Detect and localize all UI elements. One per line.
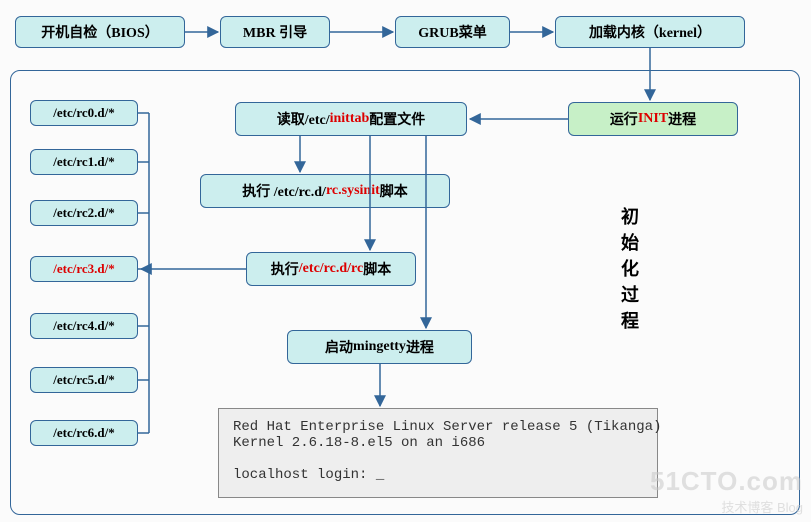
box-rc: 执行 /etc/rc.d/rc 脚本 bbox=[246, 252, 416, 286]
rc0-label: /etc/rc0.d/* bbox=[53, 105, 115, 121]
rc-pre: 执行 bbox=[271, 259, 299, 279]
box-kernel: 加载内核（kernel） bbox=[555, 16, 745, 48]
box-grub-label: GRUB菜单 bbox=[418, 22, 486, 42]
box-rc3: /etc/rc3.d/* bbox=[30, 256, 138, 282]
run-init-pre: 运行 bbox=[610, 109, 638, 129]
rc3-label: /etc/rc3.d/* bbox=[53, 261, 115, 277]
run-init-post: 进程 bbox=[668, 109, 696, 129]
rc-red: /etc/rc.d/rc bbox=[299, 261, 363, 277]
box-run-init: 运行 INIT 进程 bbox=[568, 102, 738, 136]
rc2-label: /etc/rc2.d/* bbox=[53, 205, 115, 221]
rc1-label: /etc/rc1.d/* bbox=[53, 154, 115, 170]
watermark-small: 技术博客 Blog bbox=[650, 497, 803, 516]
box-mingetty: 启动 mingetty 进程 bbox=[287, 330, 472, 364]
rc5-label: /etc/rc5.d/* bbox=[53, 372, 115, 388]
box-bios: 开机自检（BIOS） bbox=[15, 16, 185, 48]
box-sysinit: 执行 /etc/rc.d/ rc.sysinit 脚本 bbox=[200, 174, 450, 208]
box-grub: GRUB菜单 bbox=[395, 16, 510, 48]
sysinit-pre: 执行 /etc/rc.d/ bbox=[242, 181, 326, 201]
terminal-output: Red Hat Enterprise Linux Server release … bbox=[218, 408, 658, 498]
sysinit-post: 脚本 bbox=[380, 181, 408, 201]
box-inittab: 读取/etc/ inittab 配置文件 bbox=[235, 102, 467, 136]
box-mbr-label: MBR 引导 bbox=[243, 22, 307, 42]
watermark: 51CTO.com 技术博客 Blog bbox=[650, 466, 803, 516]
run-init-red: INIT bbox=[638, 111, 668, 127]
mingetty-pre: 启动 bbox=[325, 337, 353, 357]
rc4-label: /etc/rc4.d/* bbox=[53, 318, 115, 334]
inittab-post: 配置文件 bbox=[369, 109, 425, 129]
box-rc6: /etc/rc6.d/* bbox=[30, 420, 138, 446]
rc-post: 脚本 bbox=[363, 259, 391, 279]
side-label: 初始化过程 bbox=[616, 207, 642, 337]
sysinit-red: rc.sysinit bbox=[326, 183, 380, 199]
inittab-red: inittab bbox=[330, 111, 370, 127]
watermark-big: 51CTO.com bbox=[650, 466, 803, 497]
box-kernel-label: 加载内核（kernel） bbox=[589, 22, 711, 42]
mingetty-bold: mingetty bbox=[353, 339, 406, 355]
rc6-label: /etc/rc6.d/* bbox=[53, 425, 115, 441]
box-rc1: /etc/rc1.d/* bbox=[30, 149, 138, 175]
box-rc2: /etc/rc2.d/* bbox=[30, 200, 138, 226]
inittab-pre: 读取/etc/ bbox=[277, 109, 330, 129]
mingetty-post: 进程 bbox=[406, 337, 434, 357]
box-bios-label: 开机自检（BIOS） bbox=[41, 22, 158, 42]
box-rc5: /etc/rc5.d/* bbox=[30, 367, 138, 393]
box-mbr: MBR 引导 bbox=[220, 16, 330, 48]
box-rc4: /etc/rc4.d/* bbox=[30, 313, 138, 339]
box-rc0: /etc/rc0.d/* bbox=[30, 100, 138, 126]
